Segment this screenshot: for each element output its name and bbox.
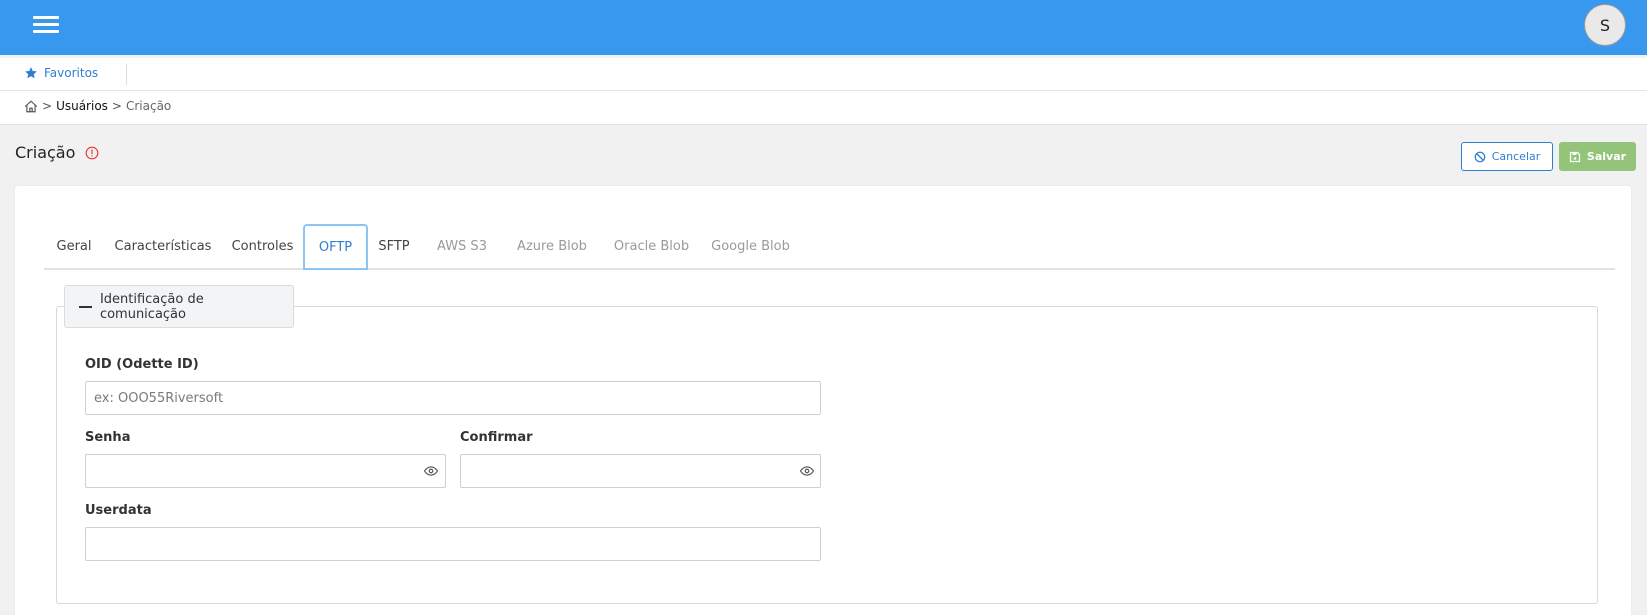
save-label: Salvar [1586, 150, 1627, 163]
tab-caracteristicas[interactable]: Características [107, 224, 219, 269]
page-title: Criação [15, 143, 76, 162]
cancel-button[interactable]: Cancelar [1461, 142, 1553, 171]
top-bar: S [0, 0, 1647, 55]
breadcrumb-separator: > [111, 99, 122, 113]
senha-label: Senha [85, 430, 131, 445]
oid-label: OID (Odette ID) [85, 357, 199, 372]
tab-google-blob[interactable]: Google Blob [707, 224, 794, 269]
favorites-label: Favoritos [44, 66, 99, 80]
breadcrumb: > Usuários > Criação [0, 91, 1647, 125]
warning-circle-icon [85, 146, 99, 160]
tab-oracle-blob[interactable]: Oracle Blob [609, 224, 694, 269]
oid-input[interactable] [85, 381, 821, 415]
userdata-input[interactable] [85, 527, 821, 561]
section-title: Identificação de comunicação [99, 291, 204, 322]
cancel-label: Cancelar [1491, 150, 1541, 163]
avatar[interactable]: S [1584, 4, 1626, 46]
tab-bar: Geral Características Controles OFTP SFT… [44, 224, 1615, 270]
eye-icon[interactable] [800, 465, 814, 477]
minus-icon [79, 305, 92, 308]
confirmar-label: Confirmar [460, 430, 533, 445]
tab-aws-s3[interactable]: AWS S3 [432, 224, 492, 269]
favorites-bar: Favoritos [0, 58, 1647, 91]
floppy-disk-icon [1569, 151, 1581, 162]
tab-sftp[interactable]: SFTP [373, 224, 415, 269]
ban-icon [1474, 151, 1486, 162]
userdata-label: Userdata [85, 503, 152, 518]
tab-controles[interactable]: Controles [225, 224, 300, 269]
tab-azure-blob[interactable]: Azure Blob [512, 224, 592, 269]
breadcrumb-usuarios[interactable]: Usuários [56, 99, 108, 113]
hamburger-menu-icon[interactable] [33, 14, 59, 36]
breadcrumb-separator: > [42, 99, 53, 113]
password-input[interactable] [85, 454, 446, 488]
eye-icon[interactable] [424, 465, 438, 477]
tab-oftp[interactable]: OFTP [303, 224, 368, 270]
favorites-link[interactable]: Favoritos [24, 66, 98, 80]
divider [126, 64, 127, 85]
save-button[interactable]: Salvar [1559, 142, 1636, 171]
confirm-password-input[interactable] [460, 454, 821, 488]
tab-geral[interactable]: Geral [44, 224, 104, 269]
home-icon[interactable] [24, 99, 38, 113]
star-icon [25, 67, 37, 79]
breadcrumb-current: Criação [125, 99, 172, 113]
section-toggle[interactable]: Identificação de comunicação [64, 285, 294, 328]
